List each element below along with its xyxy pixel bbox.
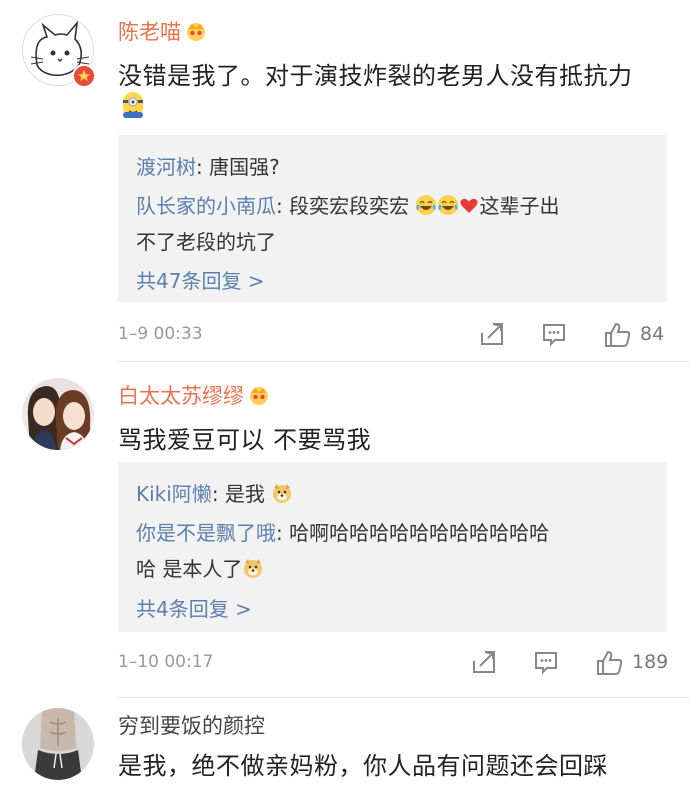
laugh-cry-emoji-icon — [437, 194, 459, 221]
username[interactable]: 白太太苏缪缪 — [118, 380, 270, 411]
reply-text: 段奕宏段奕宏 — [289, 194, 410, 218]
more-replies-link[interactable]: 共4条回复 > — [136, 593, 252, 622]
thumbs-up-icon[interactable] — [603, 320, 633, 354]
fitness-avatar-icon — [22, 708, 94, 780]
reply-item[interactable]: 队长家的小南瓜: 段奕宏段奕宏 这辈子出 — [136, 190, 559, 221]
like-count: 84 — [640, 323, 665, 345]
share-icon[interactable] — [478, 320, 506, 352]
username[interactable]: 陈老喵 — [118, 16, 207, 47]
comment-text: 是我，绝不做亲妈粉，你人品有问题还会回踩 — [118, 752, 608, 780]
minion-emoji-icon — [118, 90, 148, 124]
comment-actions: 189 — [470, 648, 680, 678]
comment-item: 陈老喵 没错是我了。对于演技炸裂的老男人没有抵抗力 渡河树: 唐国强? 队长家的… — [0, 0, 690, 362]
doge-emoji-icon — [242, 557, 264, 584]
like-count: 189 — [632, 651, 669, 673]
reply-item-continued: 哈 是本人了 — [136, 553, 264, 584]
more-replies-link[interactable]: 共47条回复 > — [136, 265, 265, 294]
reply-text: 这辈子出 — [479, 194, 560, 218]
comment-text: 没错是我了。对于演技炸裂的老男人没有抵抗力 — [118, 62, 633, 90]
reply-separator: : — [211, 482, 225, 506]
reply-username[interactable]: 你是不是飘了哦 — [136, 521, 276, 545]
comment-text: 骂我爱豆可以 不要骂我 — [118, 426, 372, 454]
thumbs-up-icon[interactable] — [595, 648, 625, 682]
reply-text: 是我 — [224, 482, 265, 506]
comment-icon[interactable] — [540, 320, 568, 352]
reply-separator: : — [276, 194, 290, 218]
avatar[interactable] — [22, 14, 96, 88]
crown-badge-icon — [248, 384, 270, 411]
reply-separator: : — [196, 155, 210, 179]
reply-item[interactable]: Kiki阿懒: 是我 — [136, 478, 293, 509]
share-icon[interactable] — [470, 648, 498, 680]
reply-username[interactable]: Kiki阿懒 — [136, 482, 212, 506]
comment-item: 穷到要饭的颜控 是我，绝不做亲妈粉，你人品有问题还会回踩 — [0, 698, 690, 792]
username-text[interactable]: 白太太苏缪缪 — [118, 384, 244, 408]
verified-badge-icon — [72, 64, 96, 88]
username-text[interactable]: 陈老喵 — [118, 20, 181, 44]
timestamp: 1–10 00:17 — [118, 652, 214, 672]
comment-icon[interactable] — [532, 648, 560, 680]
username[interactable]: 穷到要饭的颜控 — [118, 710, 265, 740]
reply-text: 哈 是本人了 — [136, 557, 243, 581]
avatar[interactable] — [22, 708, 94, 780]
reply-username[interactable]: 渡河树 — [136, 155, 196, 179]
reply-box[interactable]: 渡河树: 唐国强? 队长家的小南瓜: 段奕宏段奕宏 这辈子出 不了老段的坑了 共… — [118, 135, 667, 302]
reply-text: 哈啊哈哈哈哈哈哈哈哈哈哈哈 — [289, 521, 550, 545]
laugh-cry-emoji-icon — [415, 194, 437, 221]
reply-item[interactable]: 你是不是飘了哦: 哈啊哈哈哈哈哈哈哈哈哈哈哈 — [136, 517, 549, 546]
comment-actions: 84 — [478, 320, 678, 350]
heart-emoji-icon — [459, 196, 479, 221]
timestamp: 1–9 00:33 — [118, 324, 203, 344]
couple-avatar-icon — [27, 386, 92, 450]
reply-item[interactable]: 渡河树: 唐国强? — [136, 151, 280, 180]
reply-separator: : — [276, 521, 290, 545]
reply-box[interactable]: Kiki阿懒: 是我 你是不是飘了哦: 哈啊哈哈哈哈哈哈哈哈哈哈哈 哈 是本人了… — [118, 462, 667, 632]
doge-emoji-icon — [271, 482, 293, 509]
avatar[interactable] — [22, 378, 94, 450]
comment-item: 白太太苏缪缪 骂我爱豆可以 不要骂我 Kiki阿懒: 是我 你是不是飘了哦: 哈… — [0, 362, 690, 698]
reply-text-continued: 不了老段的坑了 — [136, 230, 276, 254]
reply-text: 唐国强? — [209, 155, 280, 179]
reply-username[interactable]: 队长家的小南瓜 — [136, 194, 276, 218]
crown-badge-icon — [185, 20, 207, 47]
